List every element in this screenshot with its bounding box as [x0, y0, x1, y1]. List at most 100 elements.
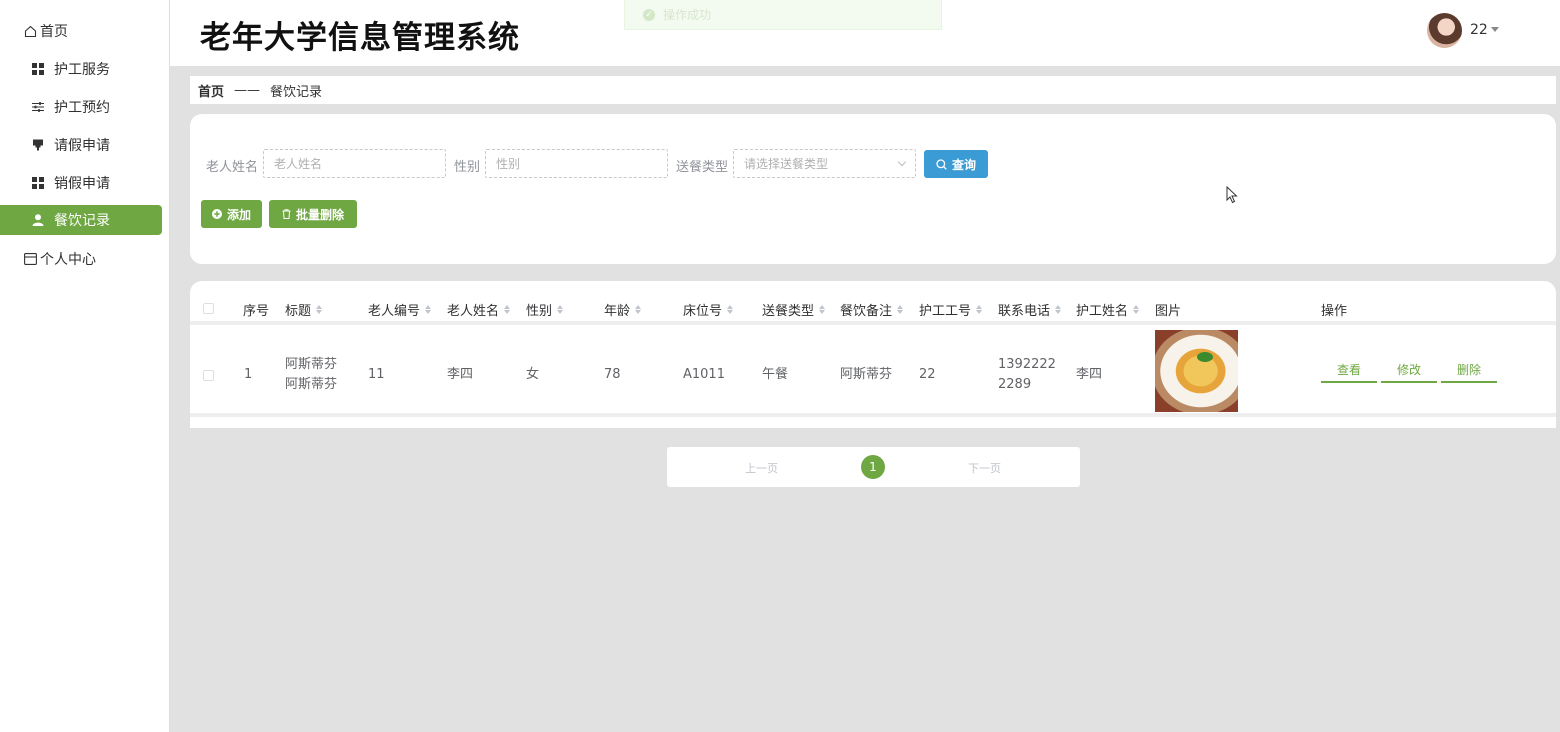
card-icon	[23, 252, 37, 266]
search-icon	[936, 158, 947, 170]
gender-input[interactable]: 性别	[485, 149, 668, 178]
next-page-button[interactable]: 下一页	[968, 460, 1001, 476]
add-button-label: 添加	[226, 207, 251, 222]
home-icon	[23, 24, 37, 38]
cell-nurse-no: 22	[919, 367, 936, 382]
check-circle-icon: ✓	[643, 8, 655, 21]
sort-icon[interactable]	[819, 305, 826, 314]
cell-index: 1	[244, 367, 253, 382]
column-header-meal-type[interactable]: 送餐类型	[762, 300, 826, 319]
gender-label: 性别	[454, 160, 481, 175]
mouse-cursor-icon	[1226, 185, 1238, 208]
table-header: 序号 标题 老人编号 老人姓名 性别 年龄 床位号 送餐类型 餐饮备注 护工工号…	[190, 281, 1556, 325]
sort-icon[interactable]	[897, 305, 904, 314]
cell-title: 阿斯蒂芬 阿斯蒂芬	[285, 357, 338, 392]
sidebar-item-label: 请假申请	[54, 138, 110, 154]
breadcrumb-home[interactable]: 首页	[198, 81, 224, 100]
column-header-elder-name[interactable]: 老人姓名	[447, 300, 511, 319]
cell-elder-name: 李四	[447, 367, 474, 382]
data-table: 序号 标题 老人编号 老人姓名 性别 年龄 床位号 送餐类型 餐饮备注 护工工号…	[190, 281, 1556, 428]
sort-icon[interactable]	[1055, 305, 1062, 314]
table-row: 1 阿斯蒂芬 阿斯蒂芬 11 李四 女 78 A1011 午餐 阿斯蒂芬 22 …	[190, 329, 1556, 417]
column-header-nurse-no[interactable]: 护工工号	[919, 300, 983, 319]
select-all-checkbox[interactable]	[203, 303, 214, 314]
column-header-meal-note[interactable]: 餐饮备注	[840, 300, 904, 319]
meal-type-select[interactable]: 请选择送餐类型	[733, 149, 916, 178]
sort-icon[interactable]	[316, 305, 323, 314]
meal-type-placeholder: 请选择送餐类型	[744, 157, 829, 171]
elder-name-input[interactable]: 老人姓名	[263, 149, 446, 178]
column-header-title[interactable]: 标题	[285, 300, 323, 319]
sort-icon[interactable]	[1133, 305, 1140, 314]
column-header-bed-no[interactable]: 床位号	[683, 300, 734, 319]
sidebar-item-leave-cancel[interactable]: 销假申请	[0, 168, 162, 198]
user-name[interactable]: 22	[1470, 22, 1488, 38]
page-number-current[interactable]: 1	[861, 455, 885, 479]
meal-photo[interactable]	[1155, 330, 1238, 412]
query-button-label: 查询	[951, 157, 976, 172]
trash-icon	[282, 209, 291, 219]
cell-elder-no: 11	[368, 367, 385, 382]
query-button[interactable]: 查询	[924, 150, 988, 178]
sidebar-item-label: 个人中心	[40, 252, 96, 268]
sidebar-item-label: 餐饮记录	[54, 213, 110, 229]
cell-meal-type: 午餐	[762, 367, 789, 382]
sidebar-item-label: 销假申请	[54, 176, 110, 192]
cell-meal-note: 阿斯蒂芬	[840, 367, 893, 382]
cell-phone: 1392222 2289	[998, 357, 1056, 392]
column-header-age[interactable]: 年龄	[604, 300, 642, 319]
breadcrumb: 首页 —— 餐饮记录	[190, 76, 1556, 104]
sort-icon[interactable]	[727, 305, 734, 314]
header: 老年大学信息管理系统 ✓ 操作成功 22	[170, 0, 1560, 66]
plus-circle-icon	[211, 209, 222, 219]
breadcrumb-current: 餐饮记录	[270, 84, 323, 100]
view-button[interactable]: 查看	[1321, 361, 1377, 383]
sidebar-item-label: 护工预约	[54, 100, 110, 116]
row-checkbox[interactable]	[203, 370, 214, 381]
sidebar-item-home[interactable]: 首页	[0, 16, 162, 46]
cell-gender: 女	[526, 367, 540, 382]
add-button[interactable]: 添加	[201, 200, 262, 228]
cell-age: 78	[604, 367, 621, 382]
search-panel: 老人姓名 老人姓名 性别 性别 送餐类型 请选择送餐类型 查询 添加 批量删除	[190, 114, 1556, 264]
grid-icon	[31, 176, 45, 190]
sidebar-item-nurse-booking[interactable]: 护工预约	[0, 92, 162, 122]
sidebar-item-meal-records[interactable]: 餐饮记录	[0, 205, 162, 235]
app-title: 老年大学信息管理系统	[200, 20, 520, 56]
sort-icon[interactable]	[635, 305, 642, 314]
column-header-nurse-name[interactable]: 护工姓名	[1076, 300, 1140, 319]
caret-down-icon[interactable]	[1491, 27, 1499, 32]
batch-delete-button[interactable]: 批量删除	[269, 200, 357, 228]
sidebar: 首页 护工服务 护工预约 请假申请 销假申请 餐饮记录 个人中心	[0, 0, 170, 732]
column-header-gender[interactable]: 性别	[526, 300, 564, 319]
sort-icon[interactable]	[976, 305, 983, 314]
success-toast: ✓ 操作成功	[624, 0, 942, 30]
user-icon	[31, 213, 45, 227]
column-header-image: 图片	[1155, 304, 1182, 319]
sort-icon[interactable]	[425, 305, 432, 314]
cell-bed-no: A1011	[683, 367, 725, 382]
sidebar-item-nurse-service[interactable]: 护工服务	[0, 54, 162, 84]
sidebar-item-profile[interactable]: 个人中心	[0, 244, 162, 274]
sort-icon[interactable]	[504, 305, 511, 314]
sidebar-item-leave-request[interactable]: 请假申请	[0, 130, 162, 160]
sort-icon[interactable]	[557, 305, 564, 314]
column-header-index: 序号	[243, 304, 270, 319]
batch-delete-button-label: 批量删除	[295, 207, 344, 222]
sidebar-item-label: 护工服务	[54, 62, 110, 78]
pagination: 上一页 1 下一页	[667, 447, 1080, 487]
garnish	[1197, 352, 1213, 362]
avatar[interactable]	[1427, 13, 1462, 48]
cell-nurse-name: 李四	[1076, 367, 1103, 382]
column-header-actions: 操作	[1321, 304, 1348, 319]
column-header-phone[interactable]: 联系电话	[998, 300, 1062, 319]
stamp-icon	[31, 138, 45, 152]
toast-message: 操作成功	[663, 8, 712, 22]
prev-page-button[interactable]: 上一页	[745, 460, 778, 476]
chevron-down-icon	[897, 157, 907, 167]
edit-button[interactable]: 修改	[1381, 361, 1437, 383]
column-header-elder-no[interactable]: 老人编号	[368, 300, 432, 319]
elder-name-label: 老人姓名	[206, 160, 259, 175]
delete-button[interactable]: 删除	[1441, 361, 1497, 383]
breadcrumb-separator: ——	[234, 82, 261, 98]
